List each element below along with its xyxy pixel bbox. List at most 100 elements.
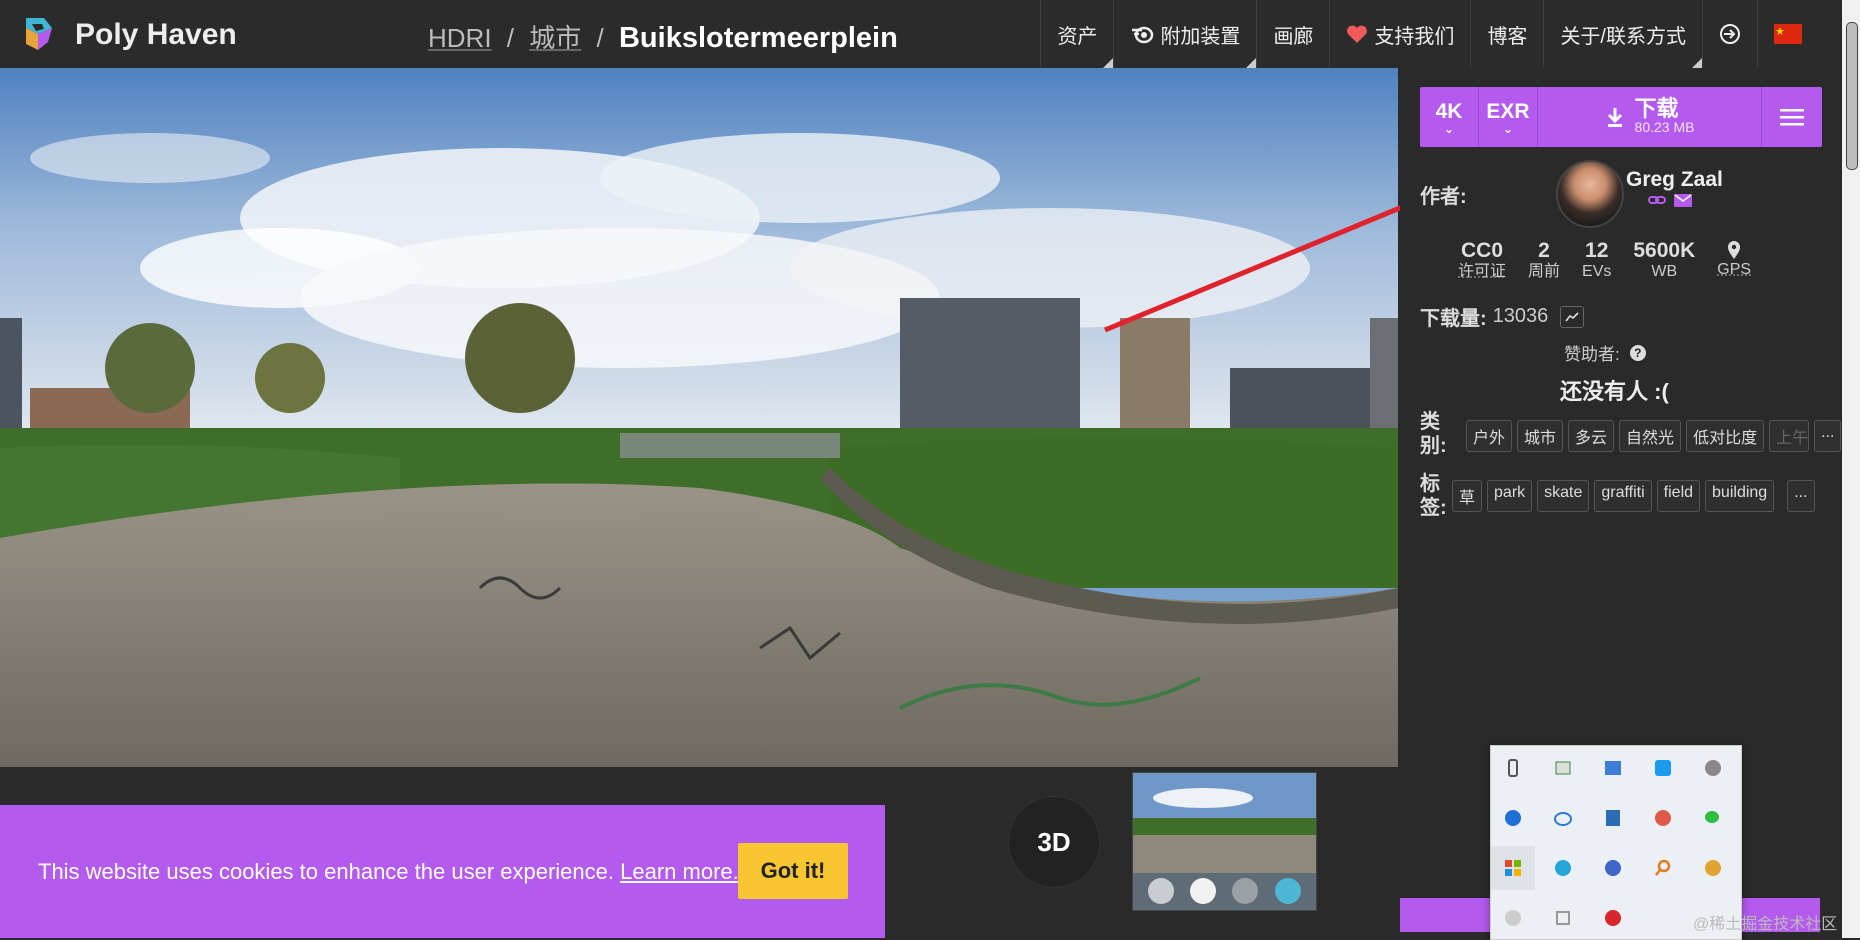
download-options-button[interactable] (1762, 87, 1822, 147)
breadcrumb-hdri[interactable]: HDRI (428, 23, 492, 53)
nav-login[interactable] (1702, 0, 1757, 68)
view-3d-label: 3D (1037, 827, 1070, 858)
help-icon[interactable]: ? (1630, 345, 1646, 361)
hamburger-icon (1780, 108, 1804, 126)
poly-haven-logo[interactable] (18, 14, 58, 54)
brand-name[interactable]: Poly Haven (75, 18, 237, 52)
author-name[interactable]: Greg Zaal (1626, 168, 1723, 192)
accept-cookies-button[interactable]: Got it! (738, 843, 848, 899)
feishu-icon[interactable] (1641, 746, 1685, 790)
view-3d-button[interactable]: 3D (1008, 796, 1100, 888)
category-tag[interactable]: 自然光 (1619, 420, 1681, 452)
notes-app-icon[interactable] (1591, 796, 1635, 840)
stat-key: WB (1651, 262, 1677, 282)
douyin-app-icon[interactable] (1591, 896, 1635, 940)
chevron-down-icon: ⌄ (1503, 124, 1513, 134)
category-tag[interactable]: 上午 (1769, 420, 1809, 452)
nav-about[interactable]: 关于/联系方式 (1543, 0, 1702, 68)
blender-icon (1130, 24, 1154, 44)
categories-label: 类别: (1420, 410, 1446, 458)
tag-item[interactable]: park (1487, 480, 1532, 512)
trend-icon (1565, 312, 1579, 322)
category-tag[interactable]: 低对比度 (1686, 420, 1764, 452)
download-button[interactable]: 下载 80.23 MB (1538, 87, 1762, 147)
bluetooth-icon[interactable] (1491, 796, 1535, 840)
stat-value: 5600K (1633, 240, 1695, 262)
resolution-dropdown[interactable]: 4K ⌄ (1420, 87, 1479, 147)
network-app-icon[interactable] (1541, 746, 1585, 790)
category-tag[interactable]: 城市 (1517, 420, 1563, 452)
cookie-text: This website uses cookies to enhance the… (38, 859, 614, 884)
stat-evs: 12 EVs (1582, 240, 1611, 282)
cloud-app-icon[interactable] (1541, 796, 1585, 840)
usb-icon[interactable] (1491, 746, 1535, 790)
stat-license[interactable]: CC0 许可证 (1458, 240, 1506, 282)
top-bar: Poly Haven HDRI / 城市 / Buikslotermeerple… (0, 0, 1840, 69)
download-icon (1605, 106, 1625, 128)
asset-stats: CC0 许可证 2 周前 12 EVs 5600K WB GPS (1458, 240, 1773, 282)
nav-support[interactable]: 支持我们 (1329, 0, 1470, 68)
cursor-app-icon[interactable] (1591, 746, 1635, 790)
scrollbar-thumb[interactable] (1846, 22, 1858, 170)
learn-more-link[interactable]: Learn more. (620, 859, 739, 884)
nav-about-label: 关于/联系方式 (1560, 20, 1686, 49)
nav-assets-label: 资产 (1057, 20, 1097, 49)
stat-wb: 5600K WB (1633, 240, 1695, 282)
power-app-icon[interactable] (1691, 746, 1735, 790)
format-dropdown[interactable]: EXR ⌄ (1479, 87, 1538, 147)
app-store-icon[interactable] (1591, 846, 1635, 890)
nav-language[interactable] (1757, 0, 1818, 68)
thumbnail-image (1133, 773, 1316, 910)
nav-assets[interactable]: 资产 (1040, 0, 1113, 68)
window-app-icon[interactable] (1541, 896, 1585, 940)
email-icon[interactable] (1674, 194, 1692, 207)
nav-addons-label: 附加装置 (1160, 20, 1240, 49)
stat-key: GPS (1717, 260, 1751, 280)
stat-date: 2 周前 (1528, 240, 1560, 282)
cookie-banner: This website uses cookies to enhance the… (0, 805, 885, 938)
tag-item[interactable]: building (1705, 480, 1774, 512)
main-nav: 资产 附加装置 画廊 支持我们 博客 关于/联系方式 (1040, 0, 1818, 68)
stat-value: 12 (1585, 240, 1608, 262)
tag-item[interactable]: graffiti (1594, 480, 1651, 512)
breadcrumb: HDRI / 城市 / Buikslotermeerplein (428, 18, 898, 55)
nav-gallery-label: 画廊 (1273, 20, 1313, 49)
category-list: 户外 城市 多云 自然光 低对比度 上午 ... (1466, 420, 1841, 452)
preview-thumbnail[interactable] (1132, 772, 1317, 911)
more-categories-button[interactable]: ... (1814, 420, 1841, 452)
author-links (1648, 194, 1692, 207)
category-tag[interactable]: 多云 (1568, 420, 1614, 452)
wechat-icon[interactable] (1691, 796, 1735, 840)
breadcrumb-category[interactable]: 城市 (529, 23, 581, 53)
nav-blog[interactable]: 博客 (1470, 0, 1543, 68)
breadcrumb-separator: / (597, 23, 604, 53)
vpn-icon[interactable] (1491, 896, 1535, 940)
avatar[interactable] (1556, 160, 1624, 228)
tag-item[interactable]: skate (1537, 480, 1589, 512)
trend-chart-button[interactable] (1560, 306, 1584, 328)
globe-app-icon[interactable] (1691, 846, 1735, 890)
nav-addons[interactable]: 附加装置 (1113, 0, 1256, 68)
link-icon[interactable] (1648, 194, 1666, 206)
category-tag[interactable]: 户外 (1466, 420, 1512, 452)
login-icon (1719, 23, 1741, 45)
search-app-icon[interactable] (1641, 846, 1685, 890)
tag-item[interactable]: 草 (1452, 480, 1482, 512)
stat-value: CC0 (1461, 240, 1503, 262)
stat-gps[interactable]: GPS (1717, 240, 1751, 282)
nav-gallery[interactable]: 画廊 (1256, 0, 1329, 68)
page-title: Buikslotermeerplein (619, 22, 898, 54)
download-count-label: 下载量: (1420, 302, 1487, 331)
edge-icon[interactable] (1541, 846, 1585, 890)
stat-value: 2 (1538, 240, 1550, 262)
chevron-down-icon: ⌄ (1444, 124, 1454, 134)
watermark: @稀土掘金技术社区 (1693, 910, 1837, 934)
hdri-preview[interactable] (0, 68, 1398, 767)
colorful-app-icon[interactable] (1641, 796, 1685, 840)
windows-app-icon[interactable] (1491, 846, 1535, 890)
stat-key: 许可证 (1458, 262, 1506, 282)
heart-icon (1346, 24, 1368, 44)
more-tags-button[interactable]: ... (1787, 480, 1814, 512)
page-scrollbar[interactable] (1842, 0, 1860, 938)
tag-item[interactable]: field (1657, 480, 1700, 512)
